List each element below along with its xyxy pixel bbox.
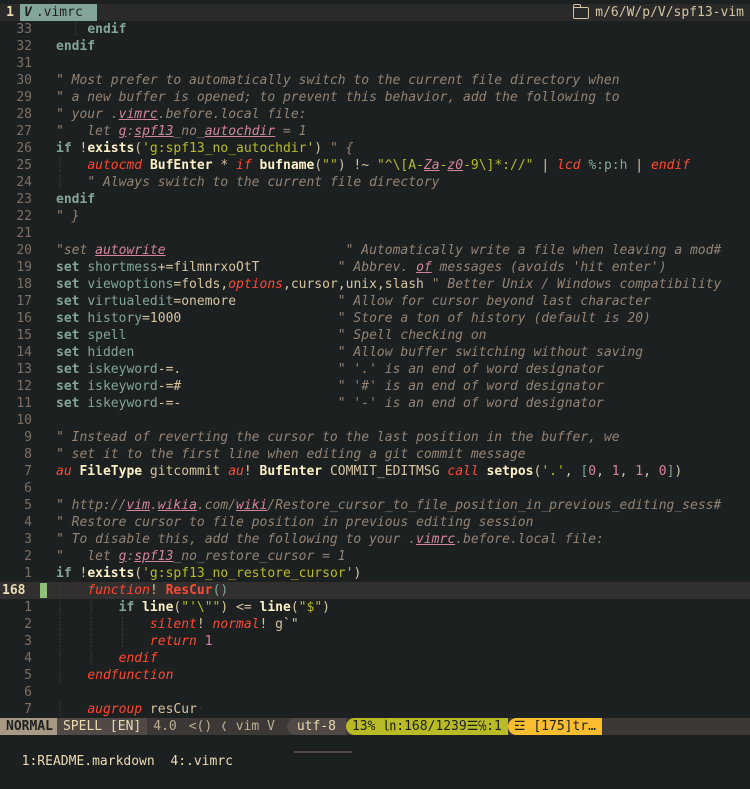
spell-indicator: SPELL [EN]: [56, 718, 148, 735]
code-line[interactable]: 31: [0, 55, 750, 72]
code-line[interactable]: 26 if !exists('g:spf13_no_autochdir') " {: [0, 140, 750, 157]
code-line[interactable]: 21: [0, 225, 750, 242]
code-line[interactable]: 33 ┊ endif: [0, 21, 750, 38]
buffer-list[interactable]: 1:README.markdown 4:.vimrc: [0, 735, 750, 769]
code-line[interactable]: 13 set iskeyword-=. " '.' is an end of wo…: [0, 361, 750, 378]
code-line[interactable]: 23 endif: [0, 191, 750, 208]
code-line[interactable]: 14 set hidden " Allow buffer switching wi…: [0, 344, 750, 361]
tabline: 1 V .vimrc m/6/W/p/V/spf13-vim: [0, 3, 750, 21]
code-line[interactable]: 10: [0, 412, 750, 429]
code-line[interactable]: 16 set history=1000 " Store a ton of hist…: [0, 310, 750, 327]
code-line[interactable]: 8 " set it to the first line when editing…: [0, 446, 750, 463]
code-line[interactable]: 7 ┊ augroup resCur·: [0, 701, 750, 718]
code-line[interactable]: 4 " Restore cursor to file position in pr…: [0, 514, 750, 531]
folder-icon: [572, 3, 590, 19]
version-indicator: 4.0: [153, 719, 177, 734]
current-line[interactable]: 168 ┊ function! ResCur(): [0, 582, 750, 599]
mode-indicator: NORMAL: [0, 718, 57, 735]
code-line[interactable]: 1 if !exists('g:spf13_no_restore_cursor'): [0, 565, 750, 582]
code-line[interactable]: 32 endif: [0, 38, 750, 55]
code-line[interactable]: 24 ┊ " Always switch to the current file …: [0, 174, 750, 191]
code-line[interactable]: 5 " http://vim.wikia.com/wiki/Restore_cur…: [0, 497, 750, 514]
code-line[interactable]: 1 ┊ ┊ if line("'\"") <= line("$"): [0, 599, 750, 616]
cursor-position: 13% ㏑:168/1239☰℅:1: [345, 718, 508, 735]
cwd-path: m/6/W/p/V/spf13-vim: [572, 3, 750, 20]
cwd-path-text: m/6/W/p/V/spf13-vim: [595, 5, 744, 20]
code-line[interactable]: 28 " your .vimrc.before.local file:: [0, 106, 750, 123]
tab-label: .vimrc: [35, 5, 83, 20]
code-line[interactable]: 5 ┊ endfunction: [0, 667, 750, 684]
code-line[interactable]: 7 au FileType gitcommit au! BufEnter COMM…: [0, 463, 750, 480]
statusline: NORMAL SPELL [EN] 4.0 <() ❬ vim V utf-8 …: [0, 718, 750, 735]
trailing-warning: ☲ [175]tr…: [507, 718, 602, 735]
code-line[interactable]: 2 " let g:spf13_no_restore_cursor = 1: [0, 548, 750, 565]
buffer-list-text[interactable]: 1:README.markdown 4:.vimrc: [22, 754, 233, 769]
code-line[interactable]: 25 ┊ autocmd BufEnter * if bufname("") !~…: [0, 157, 750, 174]
git-sign-added: [40, 583, 47, 598]
code-line[interactable]: 20 "set autowrite " Automatically write a…: [0, 242, 750, 259]
code-line[interactable]: 3 ┊ ┊ ┊ return 1: [0, 633, 750, 650]
vim-icon: V: [24, 5, 32, 20]
tab-number[interactable]: 1: [0, 5, 20, 20]
filetype-indicator: <() ❬ vim V: [188, 719, 275, 734]
code-line[interactable]: 18 set viewoptions=folds,options,cursor,u…: [0, 276, 750, 293]
code-line[interactable]: 19 set shortmess+=filmnrxoOtT " Abbrev. o…: [0, 259, 750, 276]
code-line[interactable]: 15 set spell " Spell checking on: [0, 327, 750, 344]
code-line[interactable]: 22 " }: [0, 208, 750, 225]
code-line[interactable]: 6: [0, 684, 750, 701]
code-line[interactable]: 17 set virtualedit=onemore " Allow for cu…: [0, 293, 750, 310]
code-line[interactable]: 29 " a new buffer is opened; to prevent t…: [0, 89, 750, 106]
code-line[interactable]: 9 " Instead of reverting the cursor to th…: [0, 429, 750, 446]
code-line[interactable]: 11 set iskeyword-=- " '-' is an end of wo…: [0, 395, 750, 412]
code-line[interactable]: 27 " let g:spf13_no_autochdir = 1: [0, 123, 750, 140]
code-line[interactable]: 3 " To disable this, add the following to…: [0, 531, 750, 548]
code-line[interactable]: 30 " Most prefer to automatically switch …: [0, 72, 750, 89]
tab-vimrc[interactable]: V .vimrc: [20, 4, 97, 21]
code-line[interactable]: 4 ┊ ┊ endif: [0, 650, 750, 667]
code-line[interactable]: 2 ┊ ┊ ┊ silent! normal! g`": [0, 616, 750, 633]
code-line[interactable]: 6: [0, 480, 750, 497]
code-line[interactable]: 12 set iskeyword-=# " '#' is an end of wo…: [0, 378, 750, 395]
encoding-indicator: utf-8: [286, 718, 346, 735]
editor-pane[interactable]: 33 ┊ endif 32 endif 31 30 " Most prefer to…: [0, 21, 750, 718]
